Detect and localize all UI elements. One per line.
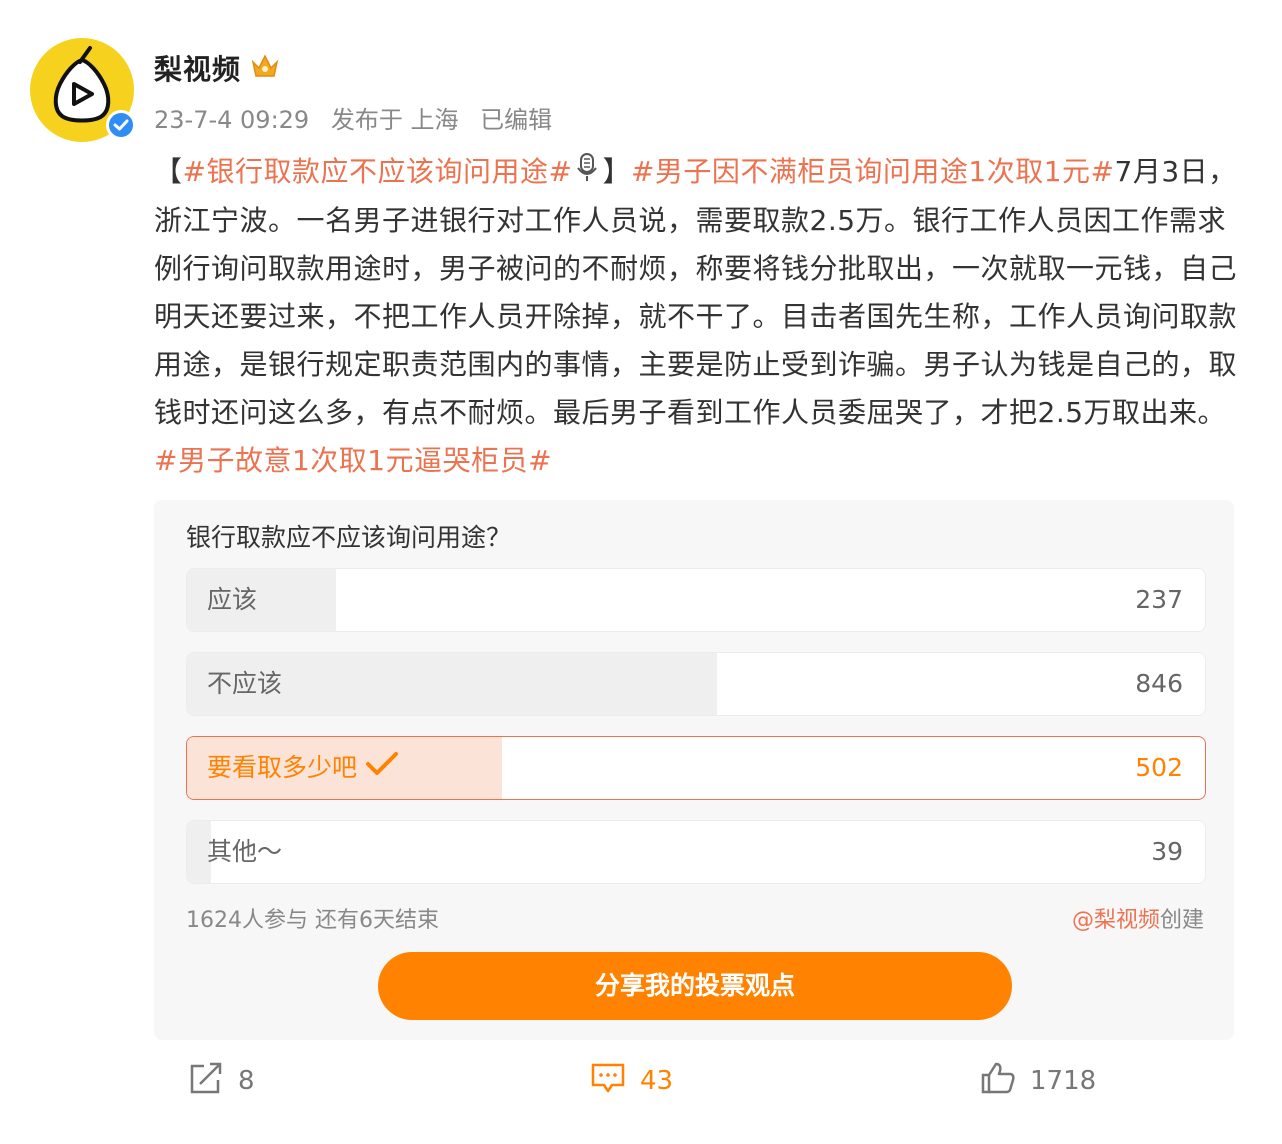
crown-icon [250, 52, 280, 84]
creator-suffix: 创建 [1159, 908, 1204, 933]
poll-creator: @梨视频创建 [1072, 902, 1204, 934]
repost-count: 8 [238, 1066, 255, 1096]
comment-button[interactable]: 43 [590, 1058, 673, 1104]
checkmark-icon [365, 738, 399, 799]
edited-label[interactable]: 已编辑 [480, 106, 552, 134]
post-content: 【#银行取款应不应该询问用途# 】#男子因不满柜员询问用途1次取1元#7月3日，浙… [154, 148, 1244, 485]
poll-option-label: 不应该 [207, 669, 283, 698]
poll-option-other[interactable]: 其他～ 39 [186, 820, 1206, 884]
poll-participants: 1624人参与 还有6天结束 [186, 908, 439, 933]
comment-count: 43 [640, 1066, 674, 1096]
bracket-close: 】 [602, 155, 631, 188]
author-name[interactable]: 梨视频 [154, 48, 241, 88]
poll-option-count: 502 [1135, 753, 1183, 782]
poll-option-label: 要看取多少吧 [207, 737, 399, 799]
like-button[interactable]: 1718 [980, 1058, 1096, 1104]
post-time[interactable]: 23-7-4 09:29 [154, 106, 309, 134]
post-meta: 23-7-4 09:29 发布于 上海 已编辑 [154, 100, 566, 135]
poll-option-yes[interactable]: 应该 237 [186, 568, 1206, 632]
repost-icon [188, 1061, 238, 1102]
poll-option-depends[interactable]: 要看取多少吧 502 [186, 736, 1206, 800]
action-bar: 8 43 1718 [0, 1058, 1282, 1104]
poll-option-text: 要看取多少吧 [207, 753, 358, 782]
poll-option-no[interactable]: 不应该 846 [186, 652, 1206, 716]
poll-option-label: 应该 [207, 585, 258, 614]
poll-card: 银行取款应不应该询问用途？ 应该 237 不应该 846 要看取多少吧 502 … [154, 500, 1234, 1040]
hashtag-link[interactable]: #男子因不满柜员询问用途1次取1元# [631, 155, 1115, 188]
post-location: 发布于 上海 [330, 106, 459, 134]
repost-button[interactable]: 8 [188, 1058, 255, 1104]
like-icon [980, 1061, 1030, 1102]
like-count: 1718 [1030, 1066, 1097, 1096]
poll-option-count: 237 [1135, 585, 1183, 614]
poll-option-label: 其他～ [207, 837, 283, 866]
hashtag-link[interactable]: #银行取款应不应该询问用途# [183, 155, 573, 188]
hashtag-link[interactable]: #男子故意1次取1元逼哭柜员# [154, 444, 552, 477]
comment-icon [590, 1061, 640, 1102]
post-body-text: 7月3日，浙江宁波。一名男子进银行对工作人员说，需要取款2.5万。银行工作人员因… [154, 155, 1238, 429]
verified-icon [106, 110, 136, 140]
microphone-icon [576, 149, 598, 197]
share-vote-button[interactable]: 分享我的投票观点 [378, 952, 1012, 1020]
poll-option-count: 846 [1135, 669, 1183, 698]
avatar[interactable] [30, 38, 136, 142]
creator-link[interactable]: @梨视频 [1072, 908, 1160, 933]
bracket-open: 【 [154, 155, 183, 188]
poll-question: 银行取款应不应该询问用途？ [186, 523, 512, 552]
poll-option-count: 39 [1151, 837, 1183, 866]
